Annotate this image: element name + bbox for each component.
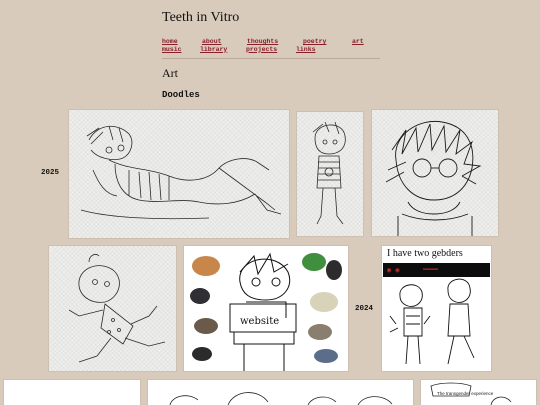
nav-link-links[interactable]: links xyxy=(296,46,316,54)
year-label-2025: 2025 xyxy=(41,169,60,177)
messy-hair-portrait-drawing xyxy=(385,120,482,236)
section-subheading: Doodles xyxy=(162,90,200,100)
nav-link-poetry[interactable]: poetry xyxy=(303,38,326,46)
site-title: Teeth in Vitro xyxy=(162,10,240,25)
nav-link-thoughts[interactable]: thoughts xyxy=(247,38,278,46)
standing-figure-drawing xyxy=(312,121,346,225)
artwork-bottom-left[interactable] xyxy=(4,380,140,405)
bottom-center-drawing xyxy=(169,392,393,405)
artwork-messy-hair-portrait[interactable] xyxy=(372,110,498,236)
nav-link-home[interactable]: home xyxy=(162,38,178,46)
page-heading: Art xyxy=(162,66,178,80)
website-sign-text: website xyxy=(240,316,279,327)
header-divider xyxy=(162,58,380,59)
artwork-reclining-figure[interactable] xyxy=(69,110,289,238)
bottom-right-drawing xyxy=(430,382,512,405)
artwork-website-birds[interactable]: website xyxy=(184,246,348,371)
nav-link-library[interactable]: library xyxy=(200,46,227,54)
artwork-running-figure[interactable] xyxy=(49,246,176,371)
year-label-2024: 2024 xyxy=(355,305,374,313)
running-figure-drawing xyxy=(68,254,166,363)
website-birds-drawing: website xyxy=(190,252,342,371)
nav-link-projects[interactable]: projects xyxy=(246,46,277,54)
nav-link-art[interactable]: art xyxy=(352,38,364,46)
nav-link-about[interactable]: about xyxy=(202,38,222,46)
two-genders-drawing xyxy=(389,278,475,365)
artwork-standing-figure[interactable] xyxy=(297,112,363,236)
reclining-figure-drawing xyxy=(80,125,282,220)
artwork-two-genders[interactable]: I have two gebders ◉ ◉ ▬▬▬▬▬ xyxy=(382,246,491,371)
artwork-bottom-center[interactable] xyxy=(148,380,413,405)
nav-link-music[interactable]: music xyxy=(162,46,182,54)
artwork-bottom-right[interactable]: The transgender experience xyxy=(421,380,536,405)
